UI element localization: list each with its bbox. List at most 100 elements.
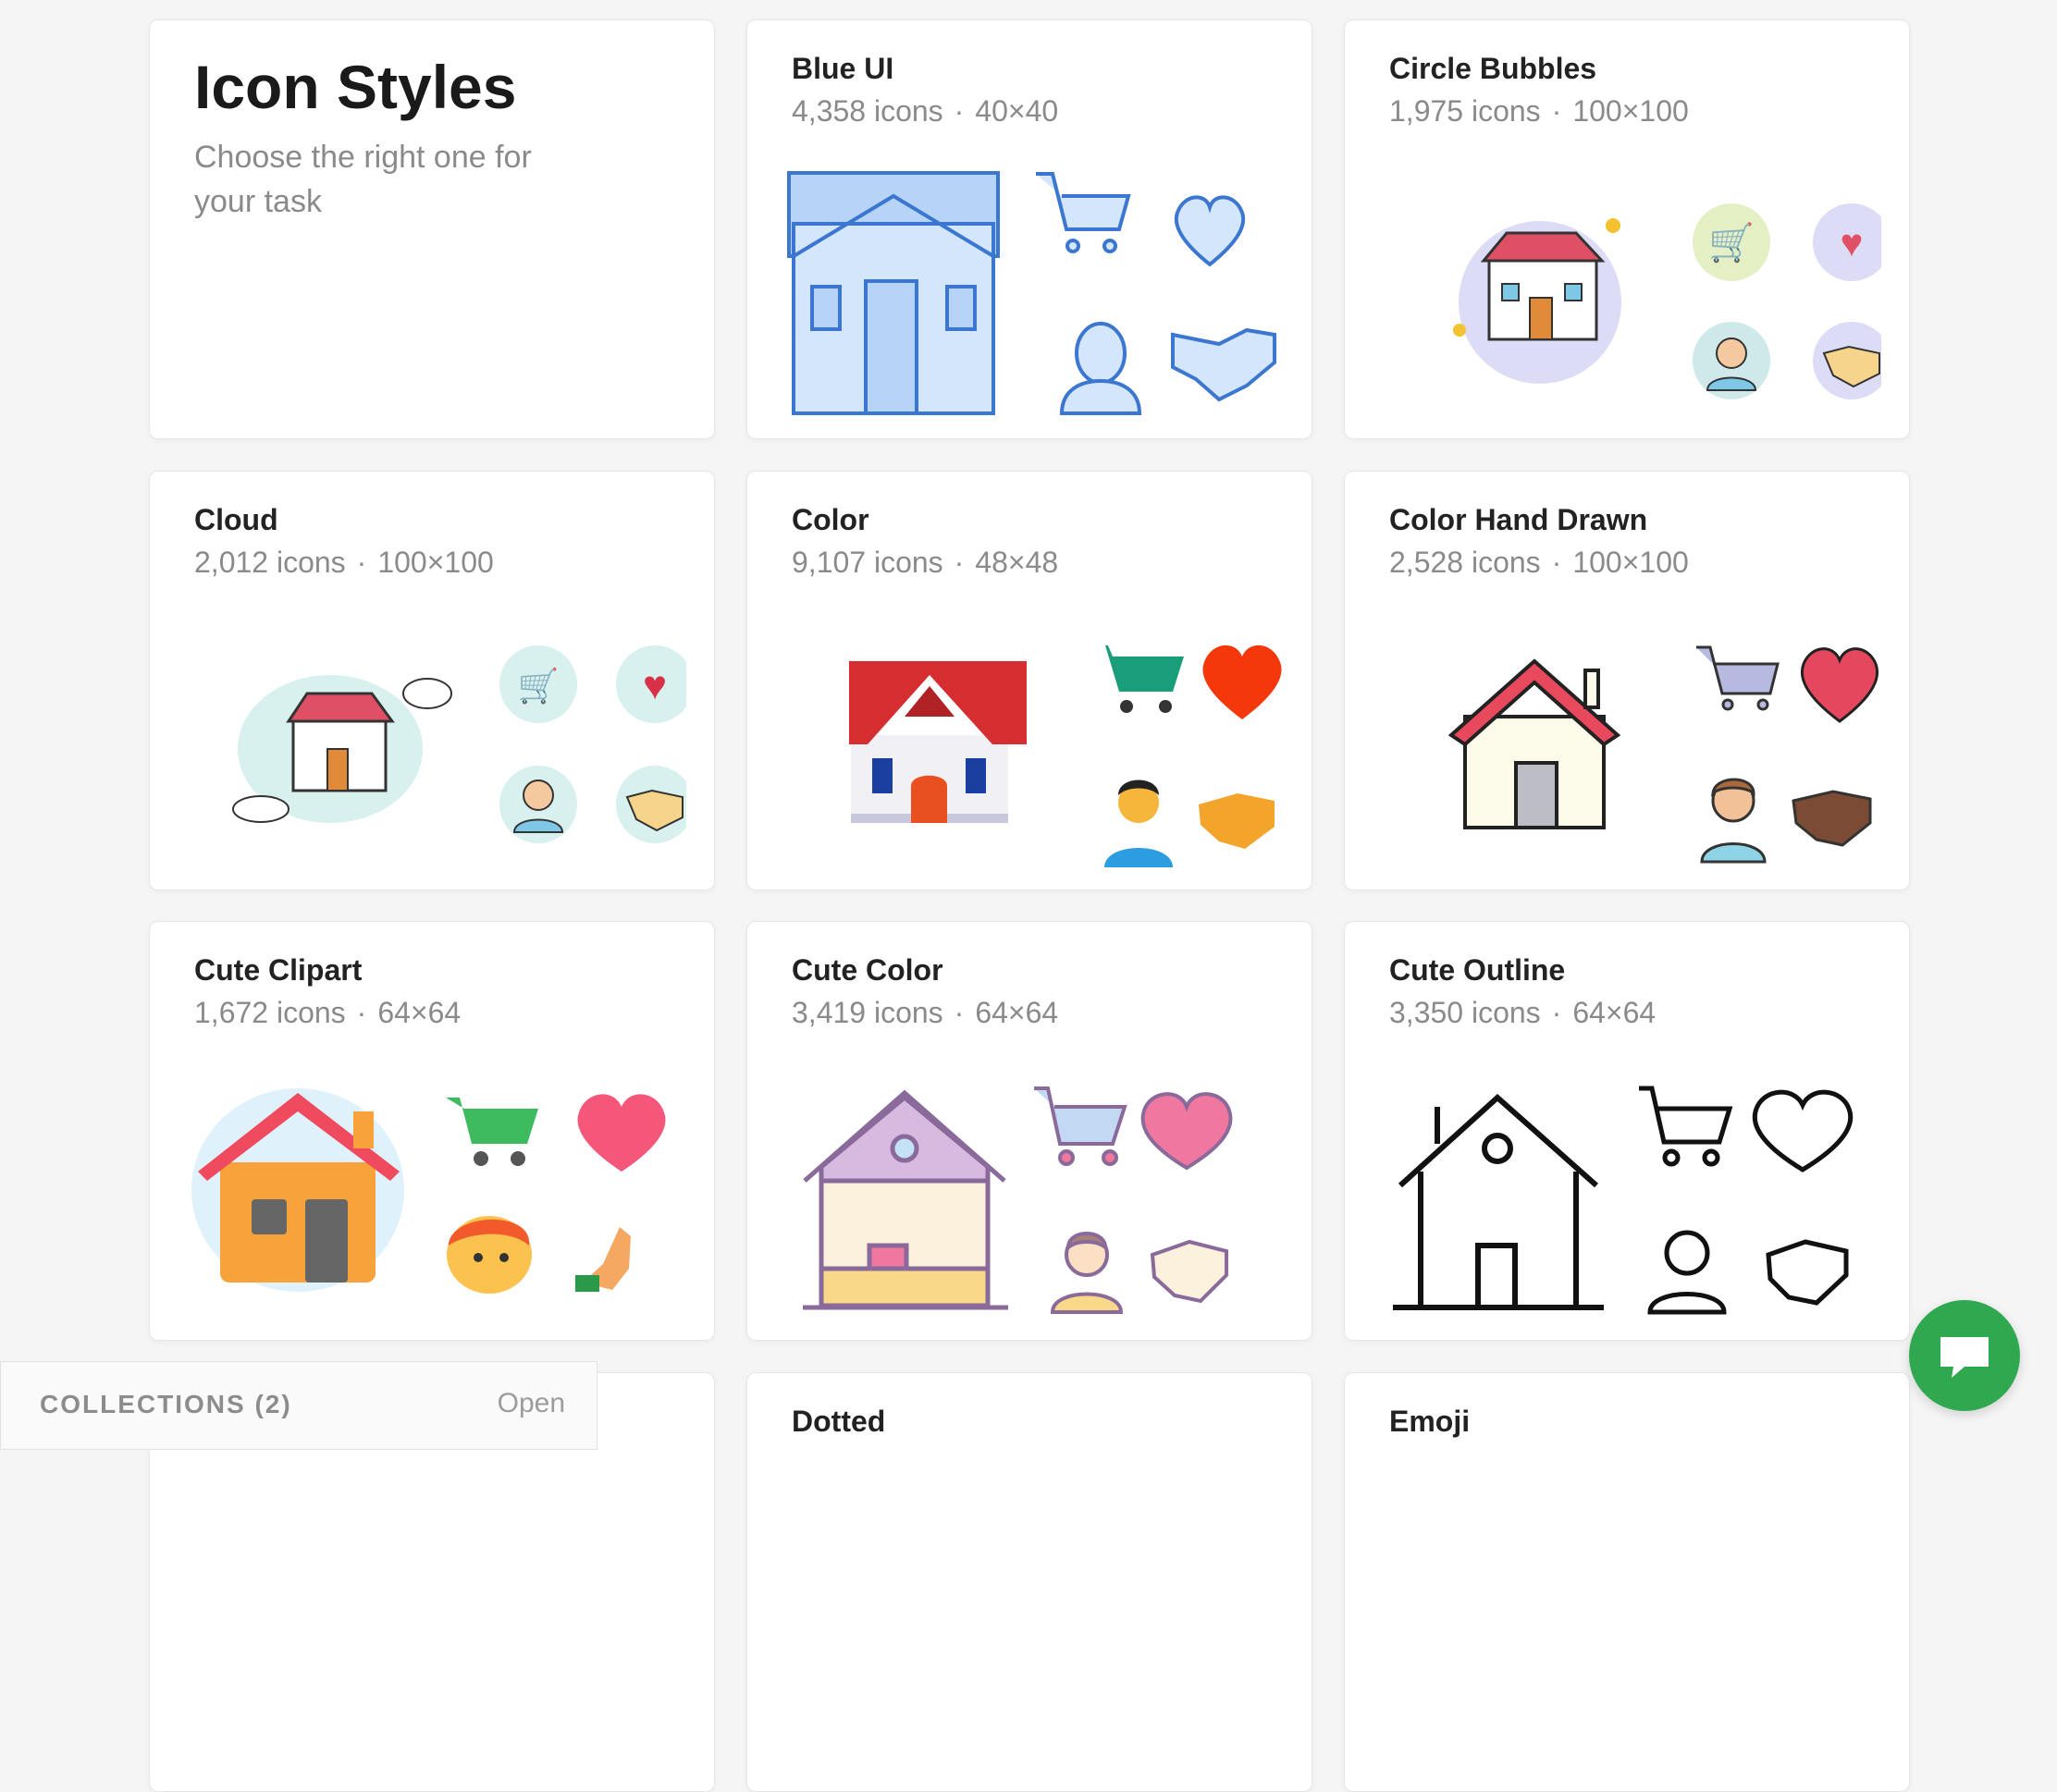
handshake-icon (1199, 793, 1275, 849)
shopping-cart-icon (1087, 645, 1184, 713)
icon-count: 4,358 icons (792, 94, 943, 128)
style-preview: 🛒 ♥ (1453, 203, 1881, 399)
intro-card: Icon Styles Choose the right one for you… (149, 19, 715, 439)
meta-separator: · (954, 546, 965, 579)
style-card-dotted[interactable]: Dotted (746, 1372, 1312, 1792)
page-title: Icon Styles (194, 53, 517, 121)
card-title: Emoji (1389, 1405, 1471, 1438)
icon-size: 64×64 (975, 996, 1059, 1029)
user-icon (1647, 1230, 1727, 1315)
card-meta: 1,975 icons · 100×100 (1389, 94, 1689, 129)
icon-size: 48×48 (975, 546, 1059, 579)
shopping-cart-icon (1696, 645, 1780, 711)
heart-icon (1752, 1089, 1854, 1172)
icon-count: 1,672 icons (194, 996, 346, 1029)
icon-count: 3,350 icons (1389, 996, 1541, 1029)
handshake-icon (1150, 1239, 1228, 1304)
handshake-icon (1792, 790, 1872, 847)
card-title: Dotted (792, 1405, 886, 1438)
house-icon (787, 171, 1000, 415)
shopping-cart-icon (446, 1098, 538, 1166)
house-icon (286, 692, 395, 792)
user-icon (1059, 322, 1142, 415)
house-icon (803, 1089, 1008, 1310)
style-preview (787, 171, 1276, 415)
heart-icon: ♥ (1841, 221, 1864, 264)
card-meta: 2,012 icons · 100×100 (194, 546, 494, 580)
style-preview (1393, 1086, 1854, 1315)
user-icon (1104, 779, 1173, 867)
icon-count: 2,012 icons (194, 546, 346, 579)
heart-icon (577, 1094, 666, 1172)
shopping-cart-icon (1639, 1086, 1733, 1167)
shopping-cart-icon: 🛒 (518, 667, 560, 705)
card-title: Color Hand Drawn (1389, 503, 1648, 536)
house-icon (1393, 1093, 1604, 1310)
style-preview: 🛒 ♥ (232, 645, 686, 843)
handshake-icon (1171, 327, 1276, 402)
style-card-cloud[interactable]: Cloud 2,012 icons · 100×100 🛒 ♥ (149, 471, 715, 890)
style-card-circle-bubbles[interactable]: Circle Bubbles 1,975 icons · 100×100 🛒 ♥ (1344, 19, 1910, 439)
icon-size: 40×40 (975, 94, 1059, 128)
style-card-color[interactable]: Color 9,107 icons · 48×48 (746, 471, 1312, 890)
chat-button[interactable] (1909, 1300, 2020, 1411)
icon-size: 64×64 (1572, 996, 1657, 1029)
icon-count: 2,528 icons (1389, 546, 1541, 579)
page-subtitle: Choose the right one for your task (194, 140, 532, 219)
meta-separator: · (954, 996, 965, 1029)
heart-icon (1800, 647, 1879, 723)
style-card-cute-outline[interactable]: Cute Outline 3,350 icons · 64×64 (1344, 921, 1910, 1341)
collections-open-button[interactable]: Open (498, 1388, 565, 1419)
user-icon (447, 1216, 532, 1294)
heart-icon: ♥ (643, 663, 667, 708)
style-card-emoji[interactable]: Emoji (1344, 1372, 1910, 1792)
style-card-color-hand-drawn[interactable]: Color Hand Drawn 2,528 icons · 100×100 (1344, 471, 1910, 890)
card-title: Cute Color (792, 953, 943, 987)
user-icon (1700, 778, 1767, 864)
card-title: Cute Outline (1389, 953, 1566, 987)
card-meta: 9,107 icons · 48×48 (792, 546, 1058, 580)
collections-label: COLLECTIONS (2) (40, 1390, 292, 1418)
icon-count: 9,107 icons (792, 546, 943, 579)
style-preview (803, 1086, 1233, 1314)
shopping-cart-icon (1036, 172, 1131, 253)
house-icon (1447, 658, 1621, 829)
card-title: Circle Bubbles (1389, 52, 1597, 85)
card-title: Color (792, 503, 869, 536)
user-icon (1050, 1232, 1124, 1314)
card-meta: 4,358 icons · 40×40 (792, 94, 1058, 129)
heart-icon (1174, 195, 1246, 267)
style-card-cute-clipart[interactable]: Cute Clipart 1,672 icons · 64×64 (149, 921, 715, 1341)
icon-size: 100×100 (377, 546, 494, 579)
style-card-blue-ui[interactable]: Blue UI 4,358 icons · 40×40 (746, 19, 1312, 439)
chat-bubble-icon (1940, 1337, 1989, 1378)
style-preview (849, 644, 1282, 867)
card-title: Cute Clipart (194, 953, 363, 987)
collections-bar[interactable]: COLLECTIONS (2) Open (0, 1361, 597, 1450)
meta-separator: · (954, 94, 965, 128)
meta-separator: · (356, 546, 367, 579)
handshake-icon (1766, 1239, 1849, 1306)
icon-size: 100×100 (1572, 94, 1689, 128)
style-preview (1447, 645, 1879, 864)
heart-icon (1202, 644, 1282, 719)
shopping-cart-icon: 🛒 (1708, 221, 1755, 264)
card-meta: 2,528 icons · 100×100 (1389, 546, 1689, 580)
meta-separator: · (1551, 546, 1562, 579)
icon-size: 64×64 (377, 996, 462, 1029)
card-meta: 1,672 icons · 64×64 (194, 996, 461, 1030)
house-icon (1480, 231, 1606, 341)
card-meta: 3,350 icons · 64×64 (1389, 996, 1656, 1030)
style-preview (191, 1088, 666, 1294)
card-meta: 3,419 icons · 64×64 (792, 996, 1058, 1030)
heart-icon (1140, 1092, 1233, 1171)
shopping-cart-icon (1034, 1086, 1127, 1166)
icon-size: 100×100 (1572, 546, 1689, 579)
icon-count: 1,975 icons (1389, 94, 1541, 128)
style-card-cute-color[interactable]: Cute Color 3,419 icons · 64×64 (746, 921, 1312, 1341)
card-title: Cloud (194, 503, 278, 536)
meta-separator: · (1551, 996, 1562, 1029)
card-title: Blue UI (792, 52, 894, 85)
meta-separator: · (1551, 94, 1562, 128)
meta-separator: · (356, 996, 367, 1029)
